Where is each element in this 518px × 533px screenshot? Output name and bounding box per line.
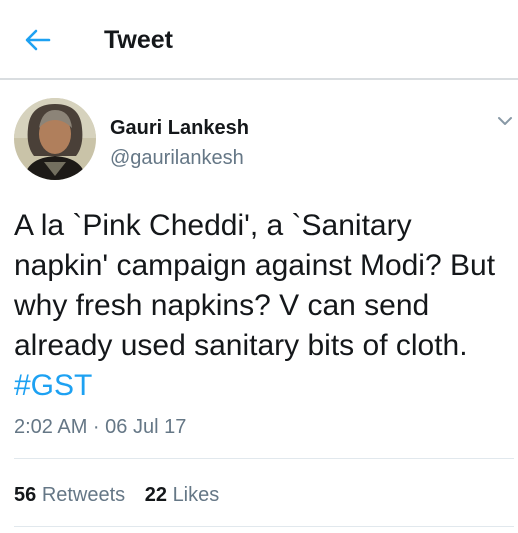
author-name[interactable]: Gauri Lankesh: [110, 116, 249, 140]
chevron-down-icon[interactable]: [496, 112, 514, 130]
retweets-stat[interactable]: 56 Retweets: [14, 482, 125, 508]
retweets-count: 56: [14, 484, 37, 506]
divider: [14, 526, 514, 527]
likes-label: Likes: [172, 484, 220, 506]
page-title: Tweet: [104, 26, 173, 54]
tweet-timestamp: 2:02 AM · 06 Jul 17: [14, 416, 187, 438]
likes-count: 22: [144, 484, 167, 506]
tweet-text: A la `Pink Cheddi', a `Sanitary napkin' …: [14, 206, 514, 406]
likes-stat[interactable]: 22 Likes: [145, 482, 220, 508]
arrow-left-icon[interactable]: [22, 24, 54, 56]
avatar[interactable]: [14, 98, 96, 180]
author-handle[interactable]: @gaurilankesh: [110, 146, 244, 170]
divider: [14, 458, 514, 459]
tweet-body: A la `Pink Cheddi', a `Sanitary napkin' …: [14, 209, 496, 362]
retweets-label: Retweets: [41, 484, 126, 506]
hashtag-link[interactable]: #GST: [14, 369, 92, 402]
tweet-stats: 56 Retweets 22 Likes: [14, 482, 233, 508]
top-bar: Tweet: [0, 0, 518, 80]
